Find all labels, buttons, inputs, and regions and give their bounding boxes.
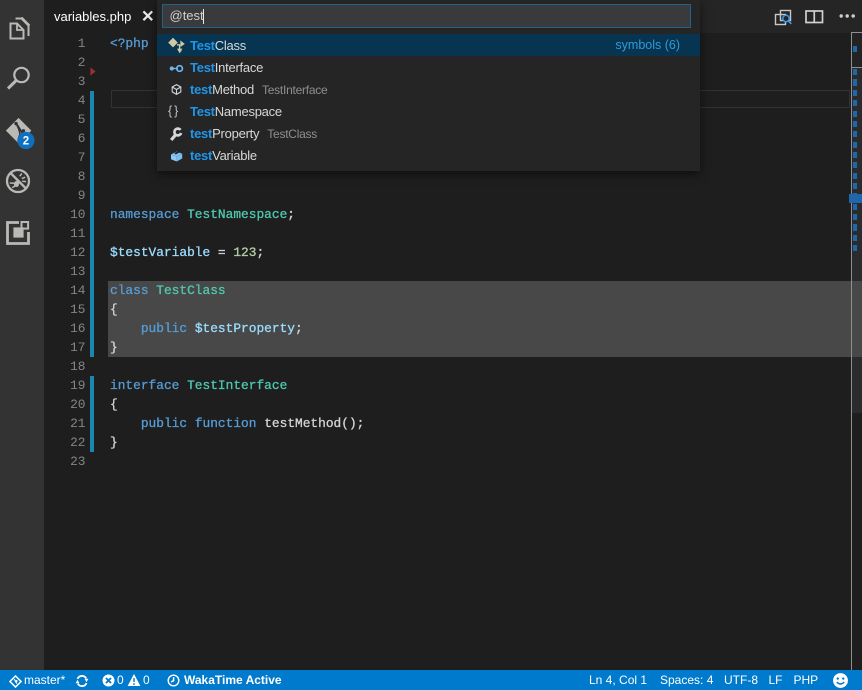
svg-text:2: 2 [23, 136, 29, 148]
